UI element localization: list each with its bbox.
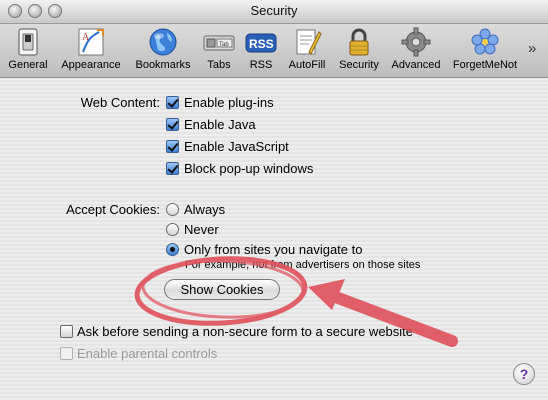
toolbar-general[interactable]: General (5, 26, 51, 76)
lock-icon (349, 28, 369, 56)
gear-icon (401, 27, 431, 57)
cookies-always-radio[interactable] (166, 203, 179, 216)
preferences-window: Security General A Appearance Bookmarks … (0, 0, 548, 400)
toolbar-forgetmenot[interactable]: ForgetMeNot (449, 26, 521, 76)
parental-controls-label: Enable parental controls (77, 346, 218, 361)
window-title: Security (250, 3, 298, 18)
svg-text:A: A (82, 32, 90, 43)
cookies-never-label: Never (184, 222, 219, 237)
cookies-note: For example, not from advertisers on tho… (185, 259, 421, 271)
toolbar-overflow-chevron[interactable]: » (528, 40, 536, 57)
parental-controls-checkbox (60, 347, 73, 360)
globe-icon (149, 28, 177, 56)
enable-javascript-checkbox[interactable] (166, 140, 179, 153)
toolbar-autofill[interactable]: AutoFill (284, 26, 330, 76)
block-popups-label: Block pop-up windows (184, 161, 314, 176)
ask-before-sending-checkbox[interactable] (60, 325, 73, 338)
svg-text:RSS: RSS (249, 37, 274, 51)
cookies-visited-only-label: Only from sites you navigate to (184, 242, 363, 257)
enable-java-checkbox[interactable] (166, 118, 179, 131)
show-cookies-button[interactable]: Show Cookies (164, 279, 280, 300)
tabs-icon: Tab (203, 35, 235, 51)
switch-icon (18, 28, 38, 56)
enable-plugins-label: Enable plug-ins (184, 95, 274, 110)
autofill-icon (296, 29, 322, 55)
enable-javascript-label: Enable JavaScript (184, 139, 289, 154)
svg-text:Tab: Tab (219, 42, 229, 48)
block-popups-checkbox[interactable] (166, 162, 179, 175)
toolbar-rss[interactable]: RSS RSS (243, 26, 279, 76)
enable-plugins-checkbox[interactable] (166, 96, 179, 109)
toolbar-tabs[interactable]: Tab Tabs (200, 26, 238, 76)
accept-cookies-label: Accept Cookies: (66, 202, 160, 217)
ask-before-sending-label: Ask before sending a non-secure form to … (77, 324, 414, 339)
appearance-icon: A (78, 28, 104, 56)
preferences-toolbar: General A Appearance Bookmarks Tab Tabs … (0, 24, 548, 78)
cookies-always-label: Always (184, 202, 226, 217)
help-button[interactable]: ? (513, 363, 535, 385)
rss-icon: RSS (245, 33, 277, 53)
toolbar-security[interactable]: Security (335, 26, 383, 76)
toolbar-appearance[interactable]: A Appearance (57, 26, 125, 76)
enable-java-label: Enable Java (184, 117, 256, 132)
cookies-visited-only-radio[interactable] (166, 243, 179, 256)
security-pane: Web Content: Enable plug-ins Enable Java… (0, 78, 548, 400)
flower-icon (471, 28, 499, 55)
web-content-label: Web Content: (80, 95, 160, 110)
title-bar[interactable]: Security (0, 0, 548, 24)
toolbar-bookmarks[interactable]: Bookmarks (131, 26, 195, 76)
toolbar-advanced[interactable]: Advanced (388, 26, 444, 76)
cookies-never-radio[interactable] (166, 223, 179, 236)
